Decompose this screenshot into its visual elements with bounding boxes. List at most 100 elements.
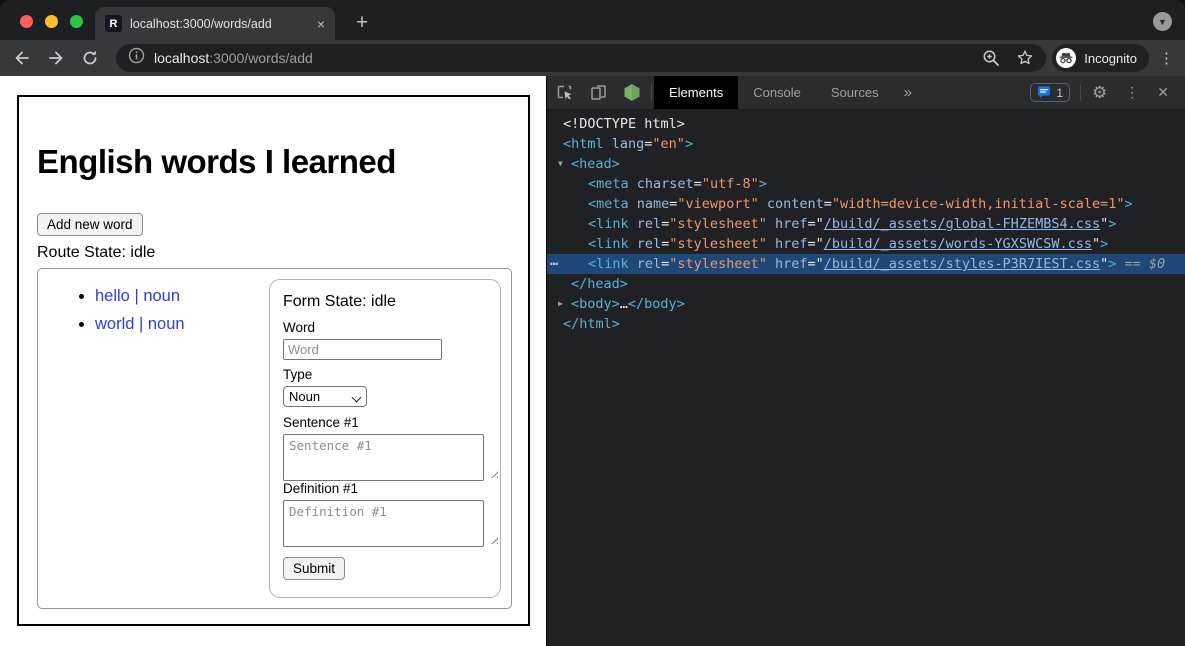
code-token: <link [588,216,629,232]
code-token: "stylesheet" [669,256,767,272]
devtools-tabs: ElementsConsoleSources [654,76,894,109]
zoom-icon[interactable] [982,49,1000,67]
browser-window: R localhost:3000/words/add × + ▼ localho… [0,0,1185,646]
code-token: =" [807,256,823,272]
remix-favicon-icon: R [105,15,122,32]
expand-arrow-closed-icon[interactable]: ▶ [558,294,563,314]
code-token: " [1092,236,1100,252]
window-content: English words I learned Add new word Rou… [0,76,1185,646]
code-token: <head> [571,156,620,172]
url-path: :3000/words/add [209,50,313,66]
page-info-icon[interactable] [128,47,145,69]
new-tab-button[interactable]: + [350,11,374,35]
code-token: </html> [563,316,620,332]
code-token: =" [807,236,823,252]
app-container: English words I learned Add new word Rou… [17,95,530,626]
url-text[interactable]: localhost:3000/words/add [154,50,966,66]
code-token: lang [604,136,645,152]
inspect-element-icon[interactable] [547,76,581,109]
devtools-close-icon[interactable]: ✕ [1157,84,1169,101]
settings-gear-icon[interactable]: ⚙ [1092,83,1107,103]
code-token: > [1124,196,1132,212]
browser-tab[interactable]: R localhost:3000/words/add × [95,7,335,40]
more-panels-icon[interactable]: » [894,76,922,109]
submit-row: Submit [283,557,500,580]
code-token: name [629,196,670,212]
expand-arrow-open-icon[interactable]: ▼ [558,154,563,174]
sentence-textarea[interactable] [283,434,484,481]
url-host: localhost [154,50,209,66]
issues-count: 1 [1056,86,1063,100]
sentence-label: Sentence #1 [283,415,500,430]
code-token: = [694,176,702,192]
code-token: </body> [628,296,685,312]
dom-node[interactable]: <meta name="viewport" content="width=dev… [547,194,1185,214]
devtools-toolbar-right: 1 ⚙ ⋮ ✕ [1030,76,1185,109]
devtools-panel: ElementsConsoleSources » 1 ⚙ ⋮ ✕ <!DOCTY… [546,76,1185,646]
code-token: /build/_assets/styles-P3R7IEST.css [824,256,1100,272]
code-token: href [767,256,808,272]
code-token: /build/_assets/global-FHZEMBS4.css [824,216,1100,232]
dom-node[interactable]: </html> [547,314,1185,334]
code-token: href [767,216,808,232]
dom-node[interactable]: ▶<body>…</body> [547,294,1185,314]
words-panel: hello | noun world | noun Form State: idl… [37,268,512,609]
tab-search-button[interactable]: ▼ [1153,12,1172,31]
dom-node[interactable]: ▼ <head> [547,154,1185,174]
elements-tree: <!DOCTYPE html><html lang="en">▼ <head> <m… [547,110,1185,646]
devtools-menu-icon[interactable]: ⋮ [1125,84,1139,101]
code-token: href [767,236,808,252]
code-token: rel [629,256,662,272]
toolbar-separator [1080,85,1081,101]
browser-toolbar: localhost:3000/words/add Incognito ⋮ [0,40,1185,76]
route-state-text: Route State: idle [37,244,510,262]
node-overflow-dots-icon[interactable]: … [550,251,557,271]
word-input[interactable] [283,339,442,360]
code-token: > [1100,236,1108,252]
code-token: <meta [588,196,629,212]
browser-menu-button[interactable]: ⋮ [1159,49,1173,67]
dom-node[interactable]: <meta charset="utf-8"> [547,174,1185,194]
tab-strip: R localhost:3000/words/add × + ▼ [0,0,1185,40]
code-token: "viewport" [677,196,758,212]
code-token: <meta [588,176,629,192]
type-label: Type [283,367,500,382]
definition-textarea-wrap [283,500,500,547]
code-token: charset [629,176,694,192]
window-close-button[interactable] [20,15,33,28]
devtools-tab-console[interactable]: Console [738,76,816,109]
definition-textarea[interactable] [283,500,484,547]
code-token: "en" [652,136,685,152]
dom-node[interactable]: <!DOCTYPE html> [547,114,1185,134]
devtools-tab-sources[interactable]: Sources [816,76,894,109]
dom-node[interactable]: </head> [547,274,1185,294]
forward-button[interactable] [46,48,66,68]
devtools-toolbar: ElementsConsoleSources » 1 ⚙ ⋮ ✕ [547,76,1185,110]
address-bar[interactable]: localhost:3000/words/add [116,44,1046,72]
device-toolbar-icon[interactable] [581,76,615,109]
dom-node[interactable]: <html lang="en"> [547,134,1185,154]
add-new-word-button[interactable]: Add new word [37,213,143,236]
code-token: "width=device-width,initial-scale=1" [832,196,1125,212]
code-token: <link [588,256,629,272]
reload-button[interactable] [80,48,100,68]
window-zoom-button[interactable] [70,15,83,28]
code-token: content [759,196,824,212]
word-link[interactable]: hello | noun [95,287,180,305]
extension-hexagon-icon[interactable] [615,76,649,109]
form-state-text: Form State: idle [283,293,500,311]
issues-counter[interactable]: 1 [1030,83,1070,102]
bookmark-star-icon[interactable] [1016,49,1034,67]
selected-dom-node[interactable]: …<link rel="stylesheet" href="/build/_as… [547,254,1185,274]
type-select[interactable]: Noun [283,386,367,407]
tab-close-icon[interactable]: × [317,17,325,31]
submit-button[interactable]: Submit [283,557,345,580]
window-minimize-button[interactable] [45,15,58,28]
dom-node[interactable]: <link rel="stylesheet" href="/build/_ass… [547,214,1185,234]
dom-node[interactable]: <link rel="stylesheet" href="/build/_ass… [547,234,1185,254]
code-token: " [1100,256,1108,272]
word-link[interactable]: world | noun [95,315,185,333]
back-button[interactable] [12,48,32,68]
incognito-badge: Incognito [1052,44,1149,72]
devtools-tab-elements[interactable]: Elements [654,76,738,109]
